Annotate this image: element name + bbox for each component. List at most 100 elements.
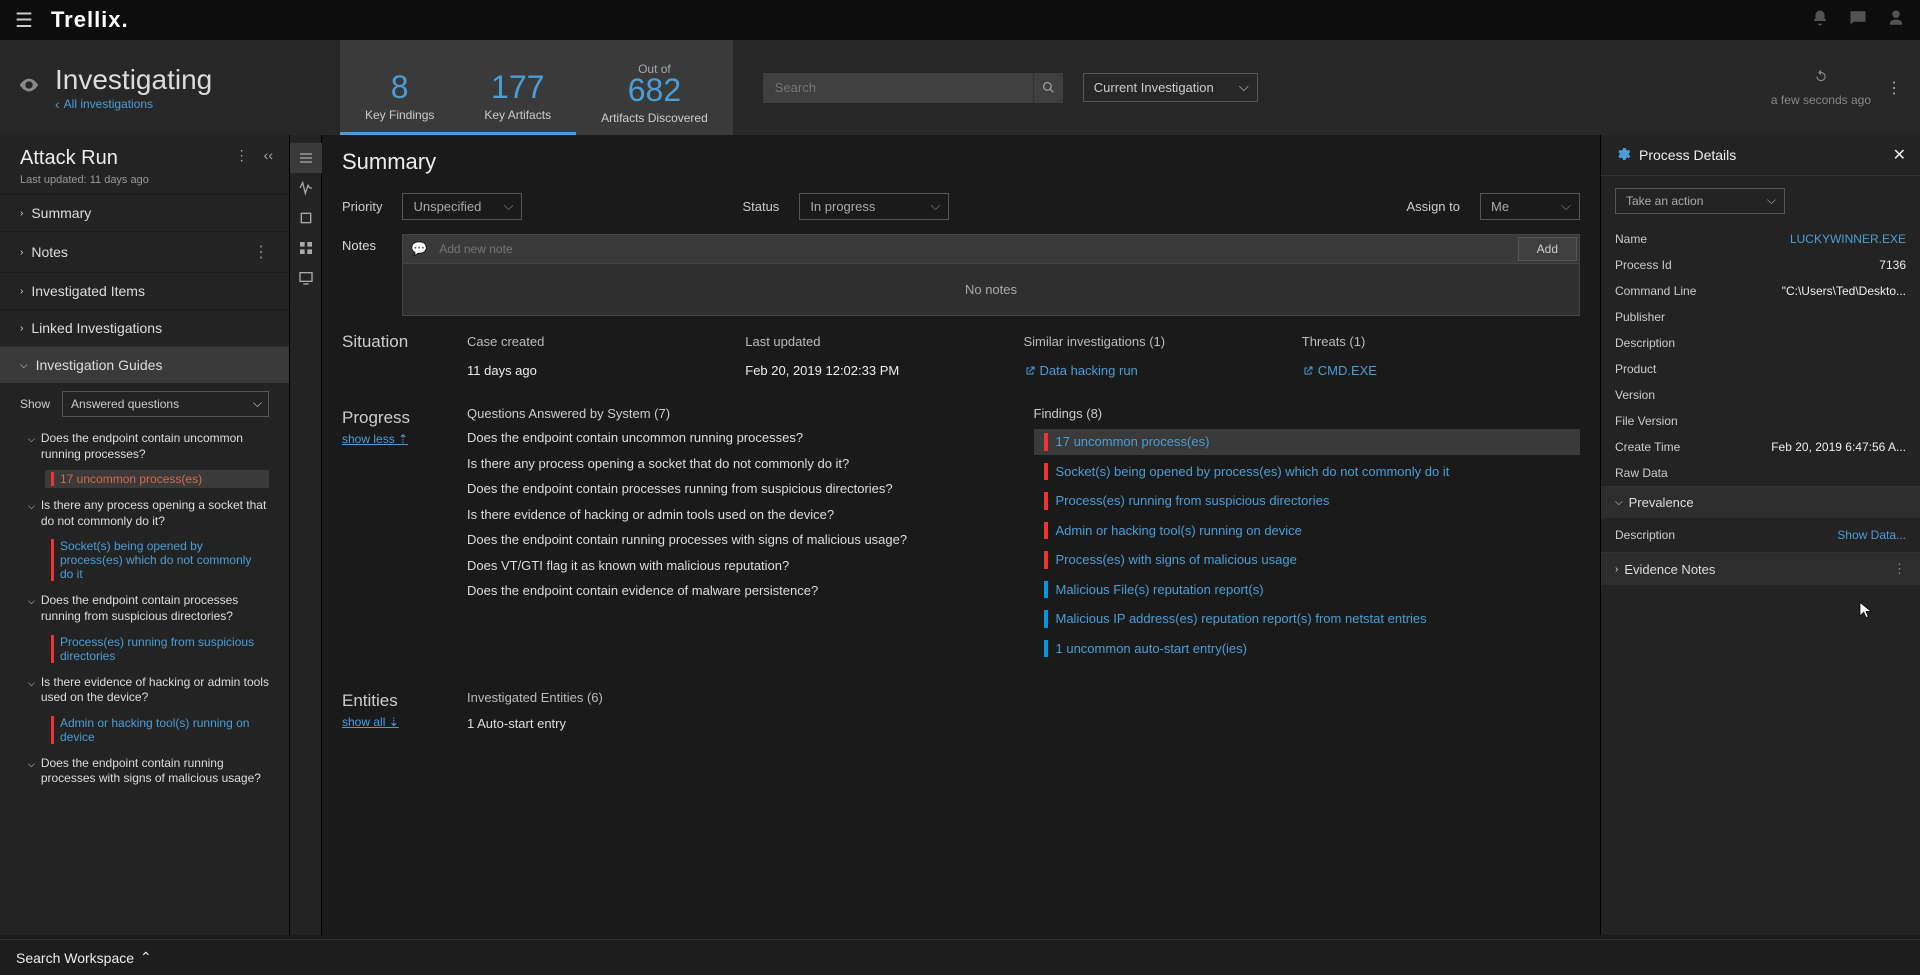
menu-icon[interactable]: ☰ (15, 8, 33, 33)
finding-item[interactable]: Malicious File(s) reputation report(s) (1034, 577, 1581, 603)
finding-item[interactable]: Process(es) running from suspicious dire… (1034, 488, 1581, 514)
header: Investigating All investigations 8 Key F… (0, 40, 1920, 135)
detail-row: Create TimeFeb 20, 2019 6:47:56 A... (1601, 434, 1920, 460)
guide-question[interactable]: ⌵Is there evidence of hacking or admin t… (0, 669, 289, 710)
footer: Search Workspace ⌃ (0, 939, 1920, 975)
detail-row: Publisher (1601, 304, 1920, 330)
note-add-button[interactable]: Add (1518, 237, 1577, 261)
priority-select[interactable]: Unspecified (402, 193, 522, 220)
page-title: Investigating (55, 64, 212, 96)
guide-question[interactable]: ⌵Does the endpoint contain processes run… (0, 587, 289, 628)
question-item: Does the endpoint contain running proces… (467, 531, 1014, 549)
similar-link[interactable]: Data hacking run (1024, 363, 1302, 378)
user-icon[interactable] (1887, 9, 1905, 32)
rail-summary-icon[interactable] (290, 143, 322, 173)
notes-label: Notes (342, 234, 402, 316)
progress-toggle[interactable]: show less ⇡ (342, 432, 467, 446)
sidebar-more-icon[interactable]: ⋮ (235, 147, 249, 164)
refresh-info[interactable]: a few seconds ago (1771, 69, 1871, 107)
sidebar-title: Attack Run (20, 147, 149, 170)
detail-row: File Version (1601, 408, 1920, 434)
finding-item[interactable]: Malicious IP address(es) reputation repo… (1034, 606, 1581, 632)
bell-icon[interactable] (1811, 9, 1829, 32)
guide-question[interactable]: ⌵Does the endpoint contain running proce… (0, 750, 289, 791)
search-workspace[interactable]: Search Workspace ⌃ (16, 949, 152, 966)
progress-title: Progress (342, 408, 410, 427)
question-item: Does the endpoint contain processes runn… (467, 480, 1014, 498)
question-item: Is there evidence of hacking or admin to… (467, 506, 1014, 524)
topbar: ☰ Trellix. (0, 0, 1920, 40)
note-input[interactable] (435, 236, 1515, 262)
action-dropdown[interactable]: Take an action (1615, 188, 1785, 214)
status-label: Status (742, 199, 779, 214)
finding-item[interactable]: 17 uncommon process(es) (1034, 429, 1581, 455)
finding-item[interactable]: Process(es) with signs of malicious usag… (1034, 547, 1581, 573)
nav-notes[interactable]: ›Notes⋮ (0, 231, 289, 272)
rail-grid-icon[interactable] (290, 233, 322, 263)
close-icon[interactable]: ✕ (1893, 145, 1906, 165)
stat-discovered[interactable]: Out of 682 Artifacts Discovered (576, 40, 733, 135)
guide-question[interactable]: ⌵Is there any process opening a socket t… (0, 492, 289, 533)
stats: 8 Key Findings 177 Key Artifacts Out of … (340, 40, 733, 135)
nav-guides[interactable]: ⌵Investigation Guides (0, 346, 289, 383)
entities-toggle[interactable]: show all ⇣ (342, 715, 467, 729)
entities-header: Investigated Entities (6) (467, 689, 1580, 707)
questions-header: Questions Answered by System (7) (467, 406, 1014, 421)
stat-key-artifacts[interactable]: 177 Key Artifacts (459, 40, 576, 135)
rail-activity-icon[interactable] (290, 173, 322, 203)
guide-finding[interactable]: Process(es) running from suspicious dire… (45, 633, 269, 665)
situation-title: Situation (342, 330, 467, 382)
chevron-up-icon: ⌃ (140, 949, 152, 966)
guide-finding[interactable]: Admin or hacking tool(s) running on devi… (45, 714, 269, 746)
guide-finding[interactable]: Socket(s) being opened by process(es) wh… (45, 537, 269, 583)
guide-finding[interactable]: 17 uncommon process(es) (45, 470, 269, 488)
scope-dropdown[interactable]: Current Investigation (1083, 73, 1258, 102)
detail-row: Command Line"C:\Users\Ted\Deskto... (1601, 278, 1920, 304)
guide-question[interactable]: ⌵Does the endpoint contain uncommon runn… (0, 425, 289, 466)
assign-label: Assign to (1407, 199, 1460, 214)
header-more-icon[interactable]: ⋮ (1886, 78, 1902, 98)
nav-items[interactable]: ›Investigated Items (0, 272, 289, 309)
show-data-link[interactable]: Show Data... (1837, 528, 1906, 542)
rail-box-icon[interactable] (290, 203, 322, 233)
chat-icon[interactable] (1849, 9, 1867, 32)
status-select[interactable]: In progress (799, 193, 949, 220)
search (763, 73, 1063, 103)
assign-select[interactable]: Me (1480, 193, 1580, 220)
priority-label: Priority (342, 199, 382, 214)
findings-header: Findings (8) (1034, 406, 1581, 421)
sidebar: Attack Run Last updated: 11 days ago ⋮ ‹… (0, 135, 290, 935)
rail-screen-icon[interactable] (290, 263, 322, 293)
sidebar-collapse-icon[interactable]: ‹‹ (264, 147, 273, 164)
finding-item[interactable]: Admin or hacking tool(s) running on devi… (1034, 518, 1581, 544)
stat-key-findings[interactable]: 8 Key Findings (340, 40, 459, 135)
prevalence-section[interactable]: ⌵Prevalence (1601, 486, 1920, 518)
entities-title: Entities (342, 691, 398, 710)
finding-item[interactable]: 1 uncommon auto-start entry(ies) (1034, 636, 1581, 662)
search-input[interactable] (763, 73, 1033, 103)
detail-row: Description (1601, 330, 1920, 356)
evidence-more-icon: ⋮ (1893, 561, 1906, 577)
back-link[interactable]: All investigations (55, 96, 212, 112)
detail-row: Version (1601, 382, 1920, 408)
panel-title: Process Details (1639, 147, 1736, 163)
finding-item[interactable]: Socket(s) being opened by process(es) wh… (1034, 459, 1581, 485)
sidebar-subtitle: Last updated: 11 days ago (20, 174, 149, 186)
detail-row: NameLUCKYWINNER.EXE (1601, 226, 1920, 252)
detail-row: Process Id7136 (1601, 252, 1920, 278)
gear-icon (1615, 146, 1631, 165)
prevalence-desc-label: Description (1615, 528, 1675, 542)
center-heading: Summary (342, 149, 1580, 175)
nav-summary[interactable]: ›Summary (0, 194, 289, 231)
logo: Trellix. (51, 7, 129, 33)
detail-row: Product (1601, 356, 1920, 382)
threat-link[interactable]: CMD.EXE (1302, 363, 1580, 378)
refresh-icon (1814, 69, 1828, 83)
center: Summary Priority Unspecified Status In p… (322, 135, 1600, 935)
detail-row: Raw Data (1601, 460, 1920, 486)
question-item: Does VT/GTI flag it as known with malici… (467, 557, 1014, 575)
search-button[interactable] (1033, 73, 1063, 103)
nav-linked[interactable]: ›Linked Investigations (0, 309, 289, 346)
evidence-section[interactable]: ›Evidence Notes⋮ (1601, 552, 1920, 585)
show-dropdown[interactable]: Answered questions (62, 391, 269, 417)
